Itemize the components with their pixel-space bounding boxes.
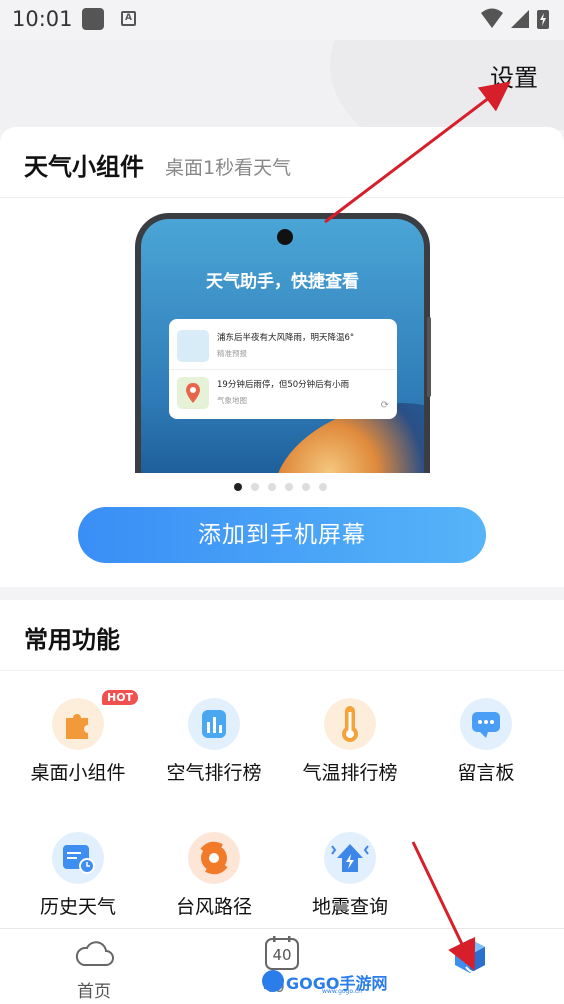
add-to-home-screen-button[interactable]: 添加到手机屏幕 — [78, 507, 486, 563]
preview-row-sub: 气象地图 — [217, 396, 247, 405]
map-pin-icon — [177, 377, 209, 409]
feature-label: 空气排行榜 — [166, 762, 262, 784]
feature-air-ranking[interactable]: 空气排行榜 — [146, 698, 282, 808]
phone-side-button — [427, 317, 431, 397]
status-bar: 10:01 A — [0, 0, 564, 40]
watermark-logo-icon — [262, 970, 284, 992]
signal-icon — [511, 10, 529, 28]
pagination-dot[interactable] — [285, 483, 293, 491]
nav-home[interactable]: 首页 — [0, 929, 188, 1004]
a-notification-icon: A — [121, 11, 136, 26]
phone-screen: 天气助手，快捷查看 浦东后半夜有大风降雨，明天降温6° 精准预报 19分钟后雨停… — [141, 219, 424, 473]
preview-headline: 天气助手，快捷查看 — [206, 272, 359, 292]
widget-card-subtitle: 桌面1秒看天气 — [165, 157, 292, 179]
pagination-dot[interactable] — [319, 483, 327, 491]
refresh-icon: ⟳ — [380, 400, 389, 411]
calendar-number: 40 — [272, 946, 292, 964]
section-title: 常用功能 — [24, 626, 120, 654]
thermometer-icon — [324, 698, 376, 750]
feature-label: 留言板 — [457, 762, 515, 784]
preview-row-sub: 精准预报 — [217, 349, 247, 358]
feature-label: 历史天气 — [39, 896, 116, 918]
feature-desktop-widget[interactable]: HOT 桌面小组件 — [10, 690, 146, 808]
settings-button[interactable]: 设置 — [490, 58, 538, 93]
watermark: GOGO手游网 www.gogo.cn — [262, 968, 412, 998]
divider — [0, 197, 564, 198]
common-features-card: 常用功能 HOT 桌面小组件 空气排行榜 气温排行榜 留言板 历史天气 台风路径… — [0, 600, 564, 930]
feature-earthquake-query[interactable]: 地震查询 — [282, 832, 418, 942]
feature-message-board[interactable]: 留言板 — [418, 698, 554, 808]
wifi-icon — [481, 8, 503, 28]
preview-row-main: 浦东后半夜有大风降雨，明天降温6° — [217, 333, 355, 343]
earthquake-icon — [324, 832, 376, 884]
feature-label: 台风路径 — [175, 896, 252, 918]
status-icons — [481, 8, 549, 29]
widget-card: 天气小组件 桌面1秒看天气 天气助手，快捷查看 浦东后半夜有大风降雨，明天降温6… — [0, 127, 564, 587]
feature-label: 桌面小组件 — [30, 762, 126, 784]
widget-preview-phone[interactable]: 天气助手，快捷查看 浦东后半夜有大风降雨，明天降温6° 精准预报 19分钟后雨停… — [135, 213, 430, 473]
feature-label: 气温排行榜 — [302, 762, 398, 784]
pagination-dot[interactable] — [268, 483, 276, 491]
calendar-clock-icon — [52, 832, 104, 884]
typhoon-icon — [188, 832, 240, 884]
feature-label: 地震查询 — [311, 896, 388, 918]
widget-card-title: 天气小组件 — [24, 153, 144, 181]
divider — [0, 670, 564, 671]
profile-cube-icon — [455, 939, 485, 974]
feature-history-weather[interactable]: 历史天气 — [10, 832, 146, 942]
puzzle-icon — [52, 698, 104, 750]
message-icon — [460, 698, 512, 750]
carousel-pagination — [234, 483, 334, 491]
preview-row: 浦东后半夜有大风降雨，明天降温6° 精准预报 — [169, 323, 397, 369]
pagination-dot[interactable] — [251, 483, 259, 491]
status-time: 10:01 — [12, 7, 73, 31]
preview-widget: 浦东后半夜有大风降雨，明天降温6° 精准预报 19分钟后雨停，但50分钟后有小雨… — [169, 319, 397, 419]
cloud-icon — [75, 941, 114, 966]
notification-icon — [82, 8, 104, 30]
header-background — [0, 40, 564, 130]
bar-chart-icon — [188, 698, 240, 750]
hot-badge: HOT — [102, 690, 139, 705]
pagination-dot[interactable] — [302, 483, 310, 491]
preview-row-main: 19分钟后雨停，但50分钟后有小雨 — [217, 380, 350, 390]
feature-temperature-ranking[interactable]: 气温排行榜 — [282, 698, 418, 808]
preview-row: 19分钟后雨停，但50分钟后有小雨 气象地图 ⟳ — [169, 369, 397, 415]
weather-icon — [177, 330, 209, 362]
camera-icon — [277, 229, 293, 245]
pagination-dot[interactable] — [234, 483, 242, 491]
nav-label: 首页 — [77, 982, 111, 1002]
feature-typhoon-path[interactable]: 台风路径 — [146, 832, 282, 942]
watermark-url: www.gogo.cn — [322, 988, 362, 995]
